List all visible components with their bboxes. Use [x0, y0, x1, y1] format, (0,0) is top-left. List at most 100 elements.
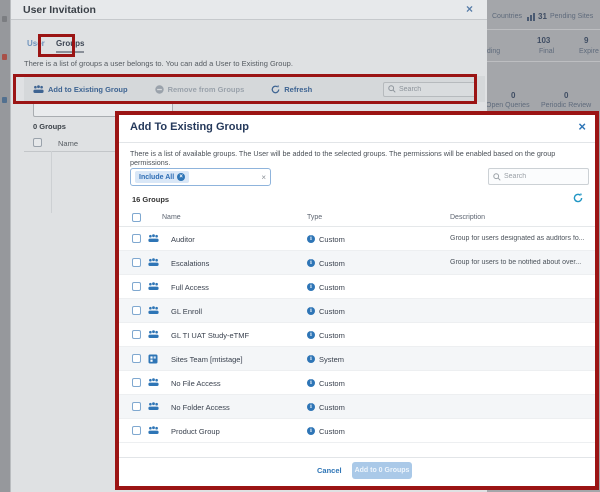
expire-label: Expire [579, 48, 599, 55]
search-icon [388, 85, 396, 93]
select-all-checkbox[interactable] [33, 138, 42, 147]
add-to-groups-button[interactable]: Add to 0 Groups [352, 462, 412, 479]
group-type: Custom [319, 427, 345, 436]
group-name: Product Group [171, 427, 220, 436]
group-name: GL Enroll [171, 307, 202, 316]
info-icon: i [307, 427, 315, 435]
expire-value: 9 [584, 36, 588, 45]
table-header: Name Type Description [119, 211, 595, 226]
modal-groups-count: 16 Groups [132, 195, 169, 204]
divider [487, 29, 600, 30]
group-description: Group for users to be notified about ove… [450, 259, 581, 266]
table-row[interactable]: Sites Team [mtistage] i System [119, 347, 595, 371]
info-icon: i [307, 307, 315, 315]
name-column-header: Name [58, 139, 78, 148]
row-checkbox[interactable] [132, 258, 141, 267]
users-group-icon [148, 378, 159, 388]
periodic-review-value: 0 [564, 91, 568, 100]
refresh-label: Refresh [284, 85, 312, 94]
info-icon: i [307, 403, 315, 411]
group-name: Auditor [171, 235, 195, 244]
description-column-header: Description [450, 214, 485, 221]
close-icon[interactable]: × [466, 2, 473, 16]
refresh-icon [271, 85, 280, 94]
final-value: 103 [537, 36, 550, 45]
users-group-icon [148, 402, 159, 412]
info-icon: i [307, 331, 315, 339]
info-icon: i [307, 355, 315, 363]
row-checkbox[interactable] [132, 354, 141, 363]
remove-from-groups-label: Remove from Groups [168, 85, 245, 94]
type-column-header: Type [307, 214, 322, 221]
row-checkbox[interactable] [132, 330, 141, 339]
pending-sites-label: Pending Sites [550, 13, 593, 20]
users-group-icon [148, 426, 159, 436]
tab-user[interactable]: User [27, 39, 45, 48]
pending-sites-value: 31 [538, 12, 547, 21]
table-row[interactable]: Escalations i Custom Group for users to … [119, 251, 595, 275]
divider [487, 61, 600, 62]
table-row[interactable]: Product Group i Custom [119, 419, 595, 443]
clear-filter-icon[interactable]: × [261, 173, 266, 182]
row-checkbox[interactable] [132, 402, 141, 411]
group-type: Custom [319, 379, 345, 388]
filter-chip-include-all[interactable]: Include All × [135, 171, 189, 183]
row-checkbox[interactable] [132, 378, 141, 387]
table-row[interactable]: Auditor i Custom Group for users designa… [119, 227, 595, 251]
table-row[interactable]: Full Access i Custom [119, 275, 595, 299]
table-row[interactable]: GL Enroll i Custom [119, 299, 595, 323]
table-row[interactable]: GL TI UAT Study-eTMF i Custom [119, 323, 595, 347]
remove-chip-icon[interactable]: × [177, 173, 185, 181]
refresh-icon[interactable] [573, 193, 583, 203]
table-row[interactable]: No File Access i Custom [119, 371, 595, 395]
table-row[interactable]: No Folder Access i Custom [119, 395, 595, 419]
add-to-existing-group-button[interactable]: Add to Existing Group [33, 85, 128, 94]
minus-circle-icon [155, 85, 164, 94]
refresh-button[interactable]: Refresh [271, 85, 312, 94]
groups-toolbar: Add to Existing Group Remove from Groups… [24, 76, 485, 102]
groups-tab-description: There is a list of groups a user belongs… [24, 59, 293, 68]
filter-chip-label: Include All [139, 174, 174, 181]
periodic-review-label: Periodic Review [541, 102, 591, 109]
cancel-button[interactable]: Cancel [317, 466, 342, 475]
group-type: Custom [319, 403, 345, 412]
close-icon[interactable]: × [578, 119, 586, 134]
select-all-checkbox[interactable] [132, 213, 141, 222]
modal-search [488, 168, 589, 185]
info-icon: i [307, 235, 315, 243]
users-group-icon [148, 282, 159, 292]
background-nav-strip [0, 0, 10, 492]
group-name: No Folder Access [171, 403, 230, 412]
group-name: No File Access [171, 379, 221, 388]
group-type: Custom [319, 235, 345, 244]
row-checkbox[interactable] [132, 282, 141, 291]
tab-groups[interactable]: Groups [56, 39, 84, 53]
group-type: Custom [319, 331, 345, 340]
nav-fragment-icon [2, 97, 7, 103]
row-checkbox[interactable] [132, 426, 141, 435]
open-queries-value: 0 [511, 91, 515, 100]
group-description: Group for users designated as auditors f… [450, 235, 585, 242]
modal-search-input[interactable] [504, 173, 582, 180]
filter-box[interactable]: Include All × × [130, 168, 271, 186]
users-group-icon [148, 306, 159, 316]
open-queries-label: Open Queries [486, 102, 530, 109]
toolbar-search-input[interactable] [399, 86, 469, 93]
group-table-body: Auditor i Custom Group for users designa… [119, 227, 595, 443]
nav-fragment-icon [2, 54, 7, 60]
bar-chart-icon [527, 13, 535, 21]
add-to-existing-group-modal: Add To Existing Group × There is a list … [115, 111, 599, 490]
name-column-header: Name [162, 214, 181, 221]
dialog-header: User Invitation × [11, 0, 487, 20]
group-name: Sites Team [mtistage] [171, 355, 243, 364]
group-name: GL TI UAT Study-eTMF [171, 331, 249, 340]
row-checkbox[interactable] [132, 234, 141, 243]
users-group-icon [33, 85, 44, 94]
info-icon: i [307, 259, 315, 267]
info-icon: i [307, 379, 315, 387]
remove-from-groups-button[interactable]: Remove from Groups [155, 85, 245, 94]
add-to-existing-group-label: Add to Existing Group [48, 85, 128, 94]
group-type: Custom [319, 307, 345, 316]
row-checkbox[interactable] [132, 306, 141, 315]
group-type: Custom [319, 259, 345, 268]
